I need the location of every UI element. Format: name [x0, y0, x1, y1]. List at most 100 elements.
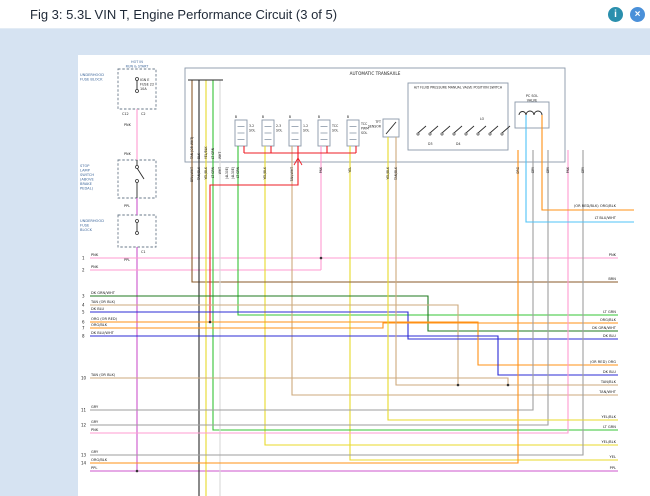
wire-label: LT GRN: [603, 310, 616, 314]
terminal-ring: [136, 90, 139, 93]
wire-label: TCC: [331, 124, 339, 128]
wire-label: TAN (OR WHT): [190, 137, 194, 160]
wire-label: 11: [81, 408, 87, 413]
wire-label: VALVE: [527, 99, 537, 103]
wire-label: TAN/WHT: [598, 390, 617, 394]
wire-label: WHT: [218, 152, 222, 159]
wire-label: YEL/BLK: [263, 166, 267, 179]
wire-label: D3: [428, 142, 432, 146]
wire-label: 10: [81, 376, 87, 381]
wire-label: DK BLU: [91, 307, 105, 311]
pc-sol-valve-box: [515, 102, 549, 128]
wire-label: 7: [82, 326, 85, 331]
wire-label: PPL: [610, 466, 616, 470]
wire-label: UNDERHOOD: [80, 73, 104, 77]
wire-label: PEDAL): [80, 187, 94, 191]
wire-label: PPL: [91, 466, 97, 470]
wire-label: LT BLU/WHT: [595, 216, 617, 220]
wire-label: YEL/BLK: [601, 440, 616, 444]
wire-sol5-yel: [350, 146, 618, 460]
wire-label: YEL/BLK: [601, 415, 616, 419]
wire-label: SENSOR: [368, 125, 382, 129]
info-icon[interactable]: i: [608, 7, 623, 22]
wire-label: 2: [82, 268, 85, 273]
switch-contact: [429, 133, 431, 135]
wire-sol1-ltgrn: [238, 146, 618, 315]
wire-sol3-tanwht: [292, 146, 618, 395]
symbol: [418, 126, 426, 133]
wire-label: B: [318, 115, 320, 119]
wire-label: 4: [82, 303, 85, 308]
wire-label: PNK: [91, 428, 99, 432]
wire-label: YEL: [348, 167, 352, 173]
switch-contact: [489, 133, 491, 135]
wire-row-pnk-up: [90, 150, 568, 433]
wire-label: 1: [82, 256, 85, 261]
terminal-ring: [136, 180, 139, 183]
wire-red-drop: [210, 153, 298, 322]
wire-label: GRY: [91, 450, 99, 454]
switch-contact: [501, 133, 503, 135]
wire-label: 3: [82, 294, 85, 299]
wire-label: B: [289, 115, 291, 119]
wire-label: 14: [81, 461, 87, 466]
wire-label: PNK: [124, 123, 132, 127]
wire-label: PNK: [124, 152, 132, 156]
wire-label: FUSE 22: [140, 83, 154, 87]
wire-label: PNK: [91, 253, 99, 257]
wire-label: TAN/BLK: [394, 166, 398, 181]
wire-label: B: [262, 115, 264, 119]
wire-label: 12: [81, 423, 87, 428]
wire-label: PNK: [609, 253, 617, 257]
diagram-canvas[interactable]: HOT INRUN & STARTUNDERHOODFUSE BLOCKIGN …: [78, 55, 650, 496]
wire-label: PPL: [124, 258, 130, 262]
symbol: [519, 111, 542, 115]
figure-viewer-window: Fig 3: 5.3L VIN T, Engine Performance Ci…: [0, 0, 650, 496]
wire-label: STOP: [80, 164, 90, 168]
wire-label: ORG (OR RED): [91, 317, 118, 321]
wire-label: ORG/BLK: [91, 323, 108, 327]
wire-label: ORG: [516, 166, 520, 174]
wire-label: B: [347, 115, 349, 119]
wire-label: AUTOMATIC TRANSAXLE: [350, 71, 401, 76]
wire-label: TCC: [360, 122, 368, 126]
symbol: [137, 168, 144, 179]
wire-label: UNDERHOOD: [80, 219, 104, 223]
wire-label: BLOCK: [80, 228, 93, 232]
wire-row-dkgrnwht: [90, 296, 618, 331]
terminal-ring: [136, 232, 139, 235]
close-icon[interactable]: ×: [630, 7, 645, 22]
wire-label: ORG/BLK: [91, 458, 108, 462]
valve-position-switch-box: [408, 83, 508, 150]
wire-label: SWITCH: [80, 173, 94, 177]
wire-label: YEL/BLK: [204, 146, 208, 159]
terminal-ring: [136, 166, 139, 169]
wire-label: 3-2: [249, 124, 254, 128]
header-actions: i ×: [608, 7, 645, 22]
wire-label: TAN (OR BLK): [90, 373, 116, 377]
switch-contact: [417, 133, 419, 135]
terminal-ring: [136, 78, 139, 81]
wire-label: C12: [122, 112, 129, 116]
wire-label: LT GRN: [603, 425, 616, 429]
junction-dot: [457, 384, 460, 387]
wire-label: 1-2: [303, 124, 308, 128]
wire-label: LT GRN: [211, 147, 215, 159]
wire-label: BRAKE: [80, 182, 93, 186]
wire-label: 10A: [140, 87, 147, 91]
figure-title: Fig 3: 5.3L VIN T, Engine Performance Ci…: [0, 7, 337, 22]
wire-label: (4L30E): [225, 167, 229, 179]
wire-label: LAMP: [80, 169, 91, 173]
switch-contact: [453, 133, 455, 135]
wire-label: SOL: [361, 131, 368, 135]
wire-label: 8: [82, 334, 85, 339]
wire-label: SOL: [303, 129, 310, 133]
wire-row-tan-b: [90, 378, 508, 385]
wire-label: TAN (OR BLK): [90, 300, 116, 304]
wire-label: GRY: [91, 420, 99, 424]
symbol: [478, 126, 486, 133]
wire-label: TFT: [374, 120, 381, 124]
wire-label: (ABOVE: [80, 178, 94, 182]
symbol: [454, 126, 462, 133]
wire-label: GRY: [546, 167, 550, 173]
